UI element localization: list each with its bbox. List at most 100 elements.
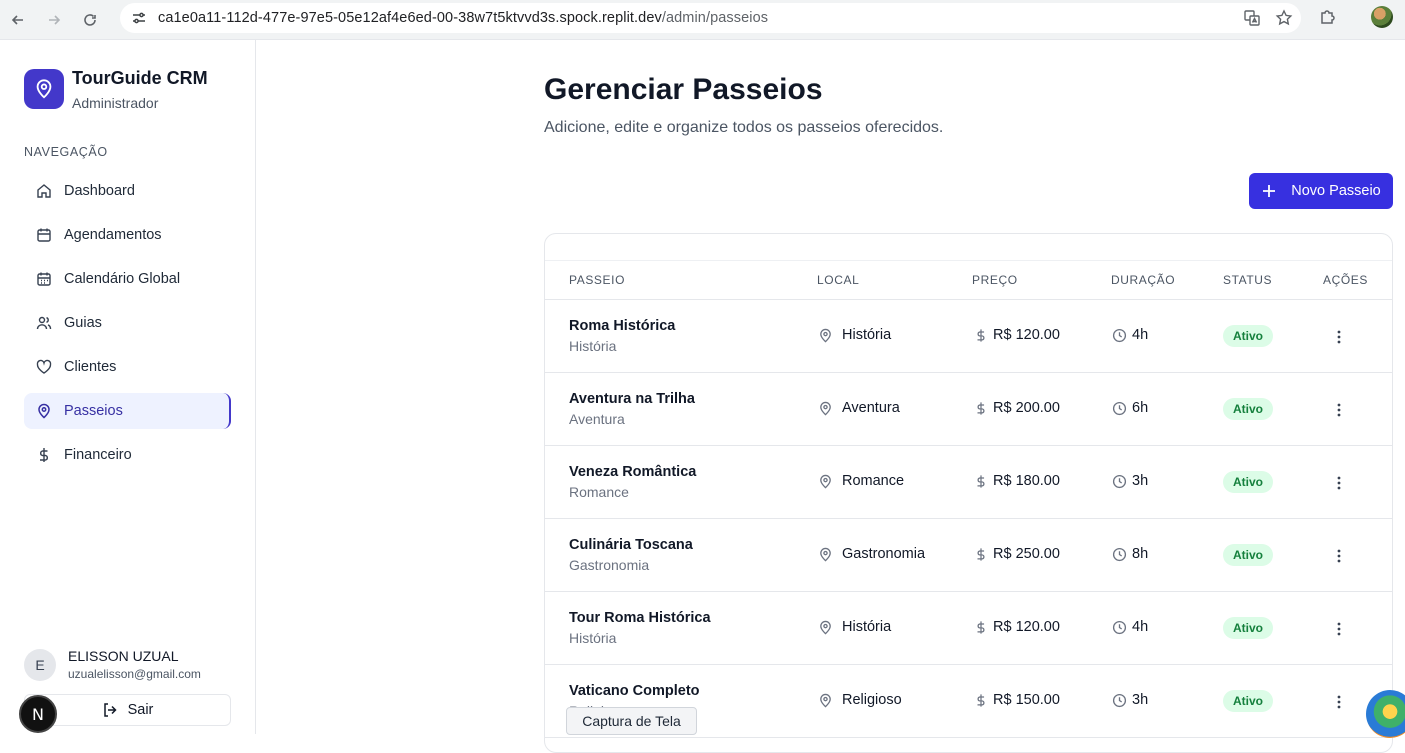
- dollar-icon: [977, 328, 985, 342]
- site-settings-icon[interactable]: [130, 9, 148, 27]
- status-badge: Ativo: [1223, 544, 1273, 566]
- row-actions-button[interactable]: [1328, 545, 1350, 567]
- avatar: E: [24, 649, 56, 681]
- sidebar-item-dashboard[interactable]: Dashboard: [24, 173, 231, 209]
- sidebar-item-calendario-global[interactable]: Calendário Global: [24, 261, 231, 297]
- tour-price: R$ 150.00: [974, 692, 1060, 708]
- tour-category: Romance: [569, 484, 629, 500]
- tour-price: R$ 200.00: [974, 400, 1060, 416]
- sidebar-item-financeiro[interactable]: Financeiro: [24, 437, 231, 473]
- tour-category: Aventura: [569, 411, 625, 427]
- sidebar-item-guias[interactable]: Guias: [24, 305, 231, 341]
- row-actions-button[interactable]: [1328, 691, 1350, 713]
- dollar-icon: [977, 547, 985, 561]
- tour-price-text: R$ 180.00: [993, 473, 1060, 489]
- tour-duration-text: 6h: [1132, 400, 1149, 416]
- user-email: uzualelisson@gmail.com: [68, 667, 201, 681]
- column-header-preco[interactable]: PREÇO: [972, 273, 1018, 287]
- screenshot-tooltip: Captura de Tela: [566, 707, 697, 735]
- more-vertical-icon: [1337, 476, 1341, 490]
- column-header-local[interactable]: LOCAL: [817, 273, 859, 287]
- map-pin-icon: [36, 79, 52, 99]
- map-pin-icon: [820, 620, 831, 634]
- address-bar[interactable]: ca1e0a11-112d-477e-97e5-05e12af4e6ed-00-…: [120, 3, 1301, 33]
- logout-icon: [103, 703, 117, 717]
- status-badge: Ativo: [1223, 617, 1273, 639]
- row-actions-button[interactable]: [1328, 618, 1350, 640]
- sidebar-item-label: Financeiro: [64, 447, 132, 463]
- sidebar-item-passeios[interactable]: Passeios: [24, 393, 231, 429]
- new-tour-label: Novo Passeio: [1291, 183, 1381, 199]
- dollar-icon: [977, 401, 985, 415]
- clock-icon: [1112, 328, 1127, 342]
- sidebar-item-label: Dashboard: [64, 183, 135, 199]
- table-row[interactable]: Culinária Toscana Gastronomia Gastronomia R…: [545, 519, 1392, 592]
- map-pin-icon: [820, 474, 831, 488]
- nav-heading: NAVEGAÇÃO: [24, 145, 108, 159]
- row-actions-button[interactable]: [1328, 472, 1350, 494]
- dev-tools-badge[interactable]: N: [19, 695, 57, 733]
- translate-icon[interactable]: [1243, 9, 1261, 27]
- tour-local: História: [818, 327, 891, 343]
- tour-name: Tour Roma Histórica: [569, 610, 711, 626]
- tour-price: R$ 120.00: [974, 327, 1060, 343]
- back-icon[interactable]: [0, 3, 36, 37]
- brand-subtitle: Administrador: [72, 95, 159, 111]
- tour-price: R$ 180.00: [974, 473, 1060, 489]
- dollar-icon: [977, 693, 985, 707]
- tour-duration: 4h: [1112, 619, 1148, 635]
- status-badge: Ativo: [1223, 398, 1273, 420]
- more-vertical-icon: [1337, 330, 1341, 344]
- table-header: PASSEIO LOCAL PREÇO DURAÇÃO STATUS AÇÕES: [545, 260, 1392, 300]
- tours-table: PASSEIO LOCAL PREÇO DURAÇÃO STATUS AÇÕES…: [544, 233, 1393, 753]
- forward-icon[interactable]: [36, 3, 72, 37]
- column-header-duracao[interactable]: DURAÇÃO: [1111, 273, 1175, 287]
- tour-duration-text: 4h: [1132, 619, 1149, 635]
- extensions-icon[interactable]: [1318, 7, 1338, 27]
- table-row[interactable]: Tour Roma Histórica História História R$ 12…: [545, 592, 1392, 665]
- table-row[interactable]: Aventura na Trilha Aventura Aventura R$ 200…: [545, 373, 1392, 446]
- tour-duration-text: 8h: [1132, 546, 1149, 562]
- map-pin-icon: [820, 547, 831, 561]
- sidebar: TourGuide CRM Administrador NAVEGAÇÃO Da…: [0, 40, 256, 734]
- reload-icon[interactable]: [72, 3, 108, 37]
- tour-price-text: R$ 120.00: [993, 327, 1060, 343]
- table-row[interactable]: Veneza Romântica Romance Romance R$ 180.00 3…: [545, 446, 1392, 519]
- clock-icon: [1112, 547, 1127, 561]
- sidebar-item-clientes[interactable]: Clientes: [24, 349, 231, 385]
- table-row[interactable]: Roma Histórica História História R$ 120.00 4…: [545, 300, 1392, 373]
- sidebar-item-label: Clientes: [64, 359, 117, 375]
- status-badge: Ativo: [1223, 325, 1273, 347]
- column-header-status[interactable]: STATUS: [1223, 273, 1272, 287]
- tour-name: Veneza Romântica: [569, 464, 697, 480]
- brand-logo: [24, 69, 64, 109]
- tour-category: Gastronomia: [569, 557, 650, 573]
- brand-title: TourGuide CRM: [72, 68, 208, 88]
- dollar-icon: [40, 448, 48, 462]
- tour-price: R$ 120.00: [974, 619, 1060, 635]
- sidebar-item-agendamentos[interactable]: Agendamentos: [24, 217, 231, 253]
- tour-local: História: [818, 619, 891, 635]
- sidebar-item-label: Agendamentos: [64, 227, 162, 243]
- clock-icon: [1112, 693, 1127, 707]
- tour-local-text: Aventura: [842, 400, 900, 416]
- more-vertical-icon: [1337, 622, 1341, 636]
- heart-icon: [36, 359, 52, 374]
- tour-price-text: R$ 200.00: [993, 400, 1060, 416]
- calendar-icon: [37, 228, 51, 242]
- tour-duration: 8h: [1112, 546, 1148, 562]
- bookmark-star-icon[interactable]: [1275, 9, 1293, 27]
- calendar-days-icon: [37, 272, 51, 286]
- tour-price: R$ 250.00: [974, 546, 1060, 562]
- map-pin-icon: [820, 693, 831, 707]
- tour-local-text: Gastronomia: [842, 546, 926, 562]
- tour-duration: 4h: [1112, 327, 1148, 343]
- tour-category: História: [569, 630, 617, 646]
- browser-toolbar: ca1e0a11-112d-477e-97e5-05e12af4e6ed-00-…: [0, 0, 1405, 40]
- row-actions-button[interactable]: [1328, 399, 1350, 421]
- new-tour-button[interactable]: Novo Passeio: [1249, 173, 1393, 209]
- column-header-passeio[interactable]: PASSEIO: [569, 273, 625, 287]
- profile-avatar[interactable]: [1371, 6, 1393, 28]
- row-actions-button[interactable]: [1328, 326, 1350, 348]
- column-header-acoes: AÇÕES: [1323, 273, 1369, 287]
